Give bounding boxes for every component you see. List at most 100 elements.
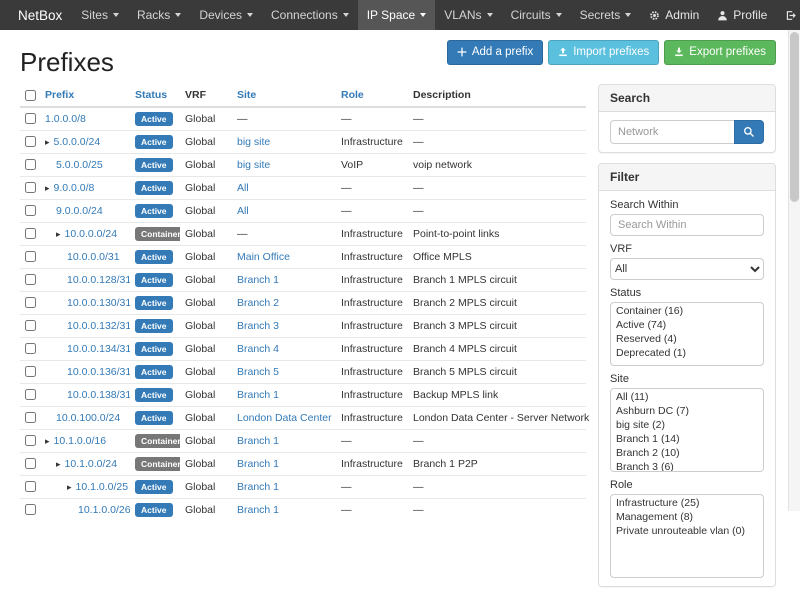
site-link[interactable]: Branch 3 bbox=[237, 320, 279, 332]
site-link[interactable]: big site bbox=[237, 159, 270, 171]
prefix-link[interactable]: 9.0.0.0/24 bbox=[56, 205, 103, 217]
status-select[interactable]: Container (16)Active (74)Reserved (4)Dep… bbox=[610, 302, 764, 366]
site-select[interactable]: All (11)Ashburn DC (7)big site (2)Branch… bbox=[610, 388, 764, 472]
prefix-link[interactable]: 10.0.0.128/31 bbox=[67, 274, 130, 286]
logout-link[interactable]: Log out bbox=[776, 0, 800, 30]
select-option[interactable]: Container (16) bbox=[612, 304, 762, 318]
import-prefixes-button[interactable]: Import prefixes bbox=[548, 40, 659, 65]
site-link[interactable]: Branch 5 bbox=[237, 366, 279, 378]
site-link[interactable]: Main Office bbox=[237, 251, 290, 263]
prefix-link[interactable]: 10.1.0.0/24 bbox=[65, 458, 118, 470]
scrollbar-track[interactable] bbox=[788, 30, 800, 511]
site-link[interactable]: Branch 1 bbox=[237, 435, 279, 447]
site-link[interactable]: Branch 1 bbox=[237, 458, 279, 470]
select-option[interactable]: All (11) bbox=[612, 390, 762, 404]
column-header-prefix[interactable]: Prefix bbox=[40, 84, 130, 107]
select-option[interactable]: Branch 2 (10) bbox=[612, 446, 762, 460]
prefix-link[interactable]: 9.0.0.0/8 bbox=[54, 182, 95, 194]
nav-item-connections[interactable]: Connections bbox=[262, 0, 358, 30]
row-checkbox[interactable] bbox=[25, 366, 36, 377]
site-link[interactable]: Branch 1 bbox=[237, 389, 279, 401]
prefix-link[interactable]: 1.0.0.0/8 bbox=[45, 113, 86, 125]
role-select[interactable]: Infrastructure (25)Management (8)Private… bbox=[610, 494, 764, 578]
select-option[interactable]: Ashburn DC (7) bbox=[612, 404, 762, 418]
row-checkbox[interactable] bbox=[25, 274, 36, 285]
site-link[interactable]: All bbox=[237, 182, 249, 194]
scrollbar-thumb[interactable] bbox=[790, 32, 799, 202]
row-checkbox[interactable] bbox=[25, 205, 36, 216]
nav-item-secrets[interactable]: Secrets bbox=[571, 0, 641, 30]
caret-right-icon[interactable]: ▸ bbox=[45, 436, 50, 446]
row-checkbox[interactable] bbox=[25, 159, 36, 170]
row-checkbox[interactable] bbox=[25, 228, 36, 239]
row-checkbox[interactable] bbox=[25, 458, 36, 469]
search-input[interactable] bbox=[610, 120, 734, 144]
site-link[interactable]: Branch 1 bbox=[237, 481, 279, 493]
select-option[interactable]: Reserved (4) bbox=[612, 332, 762, 346]
site-link[interactable]: Branch 2 bbox=[237, 297, 279, 309]
prefix-link[interactable]: 10.0.0.0/31 bbox=[67, 251, 120, 263]
prefix-link[interactable]: 5.0.0.0/25 bbox=[56, 159, 103, 171]
row-checkbox[interactable] bbox=[25, 412, 36, 423]
profile-link[interactable]: Profile bbox=[708, 0, 776, 30]
site-link[interactable]: London Data Center bbox=[237, 412, 332, 424]
nav-item-sites[interactable]: Sites bbox=[72, 0, 128, 30]
row-checkbox[interactable] bbox=[25, 182, 36, 193]
caret-right-icon[interactable]: ▸ bbox=[56, 229, 61, 239]
site-link[interactable]: big site bbox=[237, 136, 270, 148]
prefix-link[interactable]: 10.1.0.0/16 bbox=[54, 435, 107, 447]
nav-item-vlans[interactable]: VLANs bbox=[435, 0, 501, 30]
site-link[interactable]: Branch 4 bbox=[237, 343, 279, 355]
row-checkbox[interactable] bbox=[25, 481, 36, 492]
column-header-site[interactable]: Site bbox=[232, 84, 336, 107]
select-option[interactable]: Private unrouteable vlan (0) bbox=[612, 524, 762, 538]
select-option[interactable]: big site (2) bbox=[612, 418, 762, 432]
row-checkbox[interactable] bbox=[25, 297, 36, 308]
nav-item-circuits[interactable]: Circuits bbox=[502, 0, 571, 30]
caret-right-icon[interactable]: ▸ bbox=[45, 183, 50, 193]
search-button[interactable] bbox=[734, 120, 764, 144]
nav-item-racks[interactable]: Racks bbox=[128, 0, 190, 30]
row-checkbox[interactable] bbox=[25, 504, 36, 515]
row-checkbox[interactable] bbox=[25, 113, 36, 124]
nav-item-devices[interactable]: Devices bbox=[190, 0, 262, 30]
admin-link[interactable]: Admin bbox=[640, 0, 708, 30]
caret-right-icon[interactable]: ▸ bbox=[45, 137, 50, 147]
site-link[interactable]: Branch 1 bbox=[237, 274, 279, 286]
add-prefix-button[interactable]: Add a prefix bbox=[447, 40, 543, 65]
prefix-link[interactable]: 10.0.0.136/31 bbox=[67, 366, 130, 378]
prefix-link[interactable]: 10.0.0.138/31 bbox=[67, 389, 130, 401]
select-option[interactable]: Branch 3 (6) bbox=[612, 460, 762, 472]
column-header-role[interactable]: Role bbox=[336, 84, 408, 107]
prefix-link[interactable]: 10.0.0.130/31 bbox=[67, 297, 130, 309]
nav-item-ip-space[interactable]: IP Space bbox=[358, 0, 435, 30]
caret-right-icon[interactable]: ▸ bbox=[56, 459, 61, 469]
export-prefixes-button[interactable]: Export prefixes bbox=[664, 40, 776, 65]
prefix-link[interactable]: 10.0.0.0/24 bbox=[65, 228, 118, 240]
site-link[interactable]: Branch 1 bbox=[237, 504, 279, 516]
prefix-link[interactable]: 5.0.0.0/24 bbox=[54, 136, 101, 148]
select-option[interactable]: Infrastructure (25) bbox=[612, 496, 762, 510]
row-checkbox[interactable] bbox=[25, 389, 36, 400]
prefix-link[interactable]: 10.0.0.132/31 bbox=[67, 320, 130, 332]
row-checkbox[interactable] bbox=[25, 435, 36, 446]
row-checkbox[interactable] bbox=[25, 251, 36, 262]
select-option[interactable]: Management (8) bbox=[612, 510, 762, 524]
caret-right-icon[interactable]: ▸ bbox=[67, 482, 72, 492]
select-all-checkbox[interactable] bbox=[25, 90, 36, 101]
prefix-link[interactable]: 10.0.0.134/31 bbox=[67, 343, 130, 355]
site-link[interactable]: All bbox=[237, 205, 249, 217]
select-option[interactable]: Branch 1 (14) bbox=[612, 432, 762, 446]
app-brand[interactable]: NetBox bbox=[8, 0, 72, 30]
row-checkbox[interactable] bbox=[25, 320, 36, 331]
vrf-select[interactable]: All bbox=[610, 258, 764, 280]
select-option[interactable]: Active (74) bbox=[612, 318, 762, 332]
column-header-status[interactable]: Status bbox=[130, 84, 180, 107]
search-within-input[interactable] bbox=[610, 214, 764, 236]
row-checkbox[interactable] bbox=[25, 136, 36, 147]
prefix-link[interactable]: 10.1.0.0/25 bbox=[76, 481, 129, 493]
prefix-link[interactable]: 10.0.100.0/24 bbox=[56, 412, 120, 424]
prefix-link[interactable]: 10.1.0.0/26 bbox=[78, 504, 130, 516]
row-checkbox[interactable] bbox=[25, 343, 36, 354]
select-option[interactable]: Deprecated (1) bbox=[612, 346, 762, 360]
